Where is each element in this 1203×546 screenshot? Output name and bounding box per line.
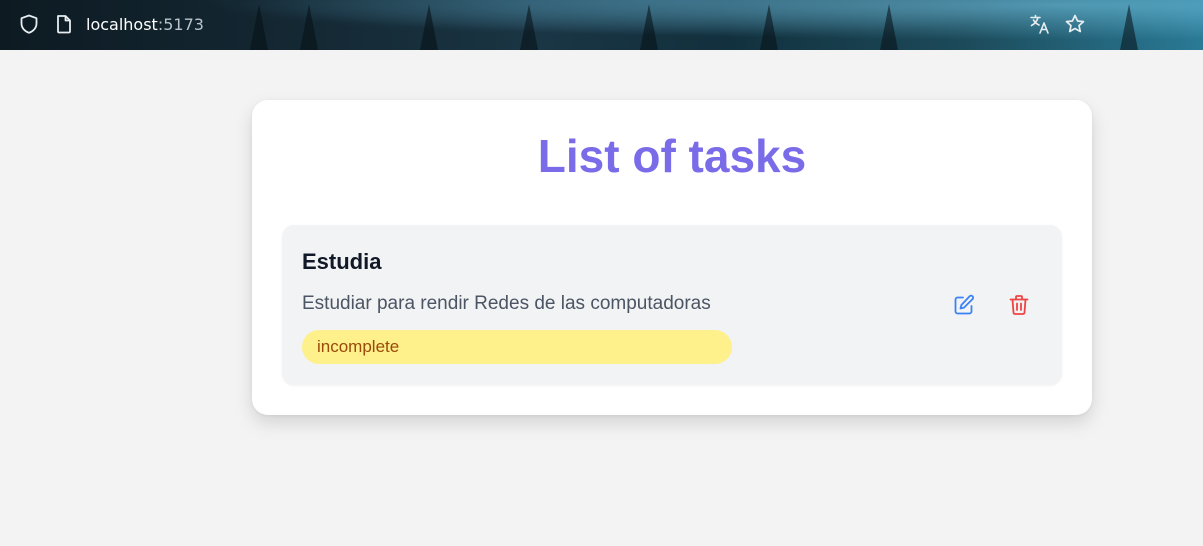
url-port: :5173 — [157, 15, 204, 34]
star-icon[interactable] — [1064, 13, 1086, 35]
edit-icon — [954, 294, 974, 315]
task-list-card: List of tasks Estudia Estudiar para rend… — [252, 100, 1092, 415]
background-tree — [250, 4, 268, 50]
address-bar-url[interactable]: localhost:5173 — [86, 15, 204, 35]
background-tree — [760, 4, 778, 50]
background-tree — [300, 4, 318, 50]
background-tree — [880, 4, 898, 50]
page-title: List of tasks — [537, 130, 807, 182]
translate-icon[interactable] — [1029, 13, 1051, 35]
browser-toolbar: localhost:5173 — [0, 0, 1203, 50]
shield-icon[interactable] — [18, 13, 40, 35]
trash-icon — [1009, 295, 1029, 315]
url-host: localhost — [86, 15, 158, 34]
background-tree — [420, 4, 438, 50]
status-badge: incomplete — [302, 330, 732, 364]
page-icon — [53, 13, 75, 35]
background-tree — [1120, 4, 1138, 50]
task-description: Estudiar para rendir Redes de las comput… — [302, 293, 711, 314]
edit-button[interactable] — [950, 291, 978, 319]
task-item: Estudia Estudiar para rendir Redes de la… — [282, 225, 1062, 385]
delete-button[interactable] — [1005, 291, 1033, 319]
task-title: Estudia — [302, 249, 382, 274]
background-tree — [520, 4, 538, 50]
background-tree — [640, 4, 658, 50]
